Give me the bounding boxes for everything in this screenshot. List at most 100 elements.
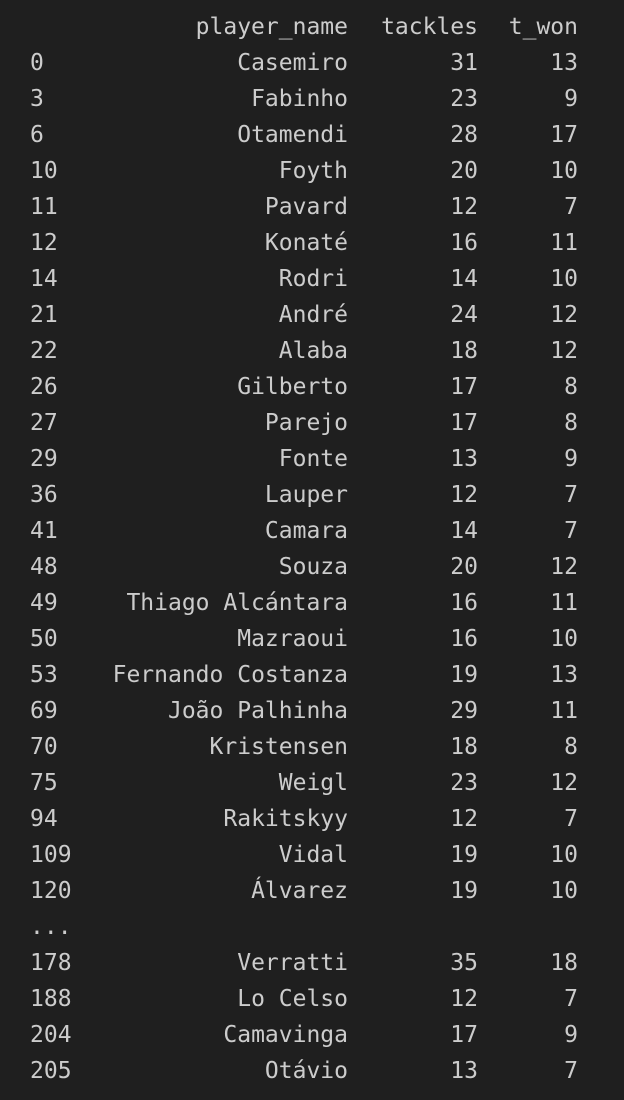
row-index: 41 bbox=[30, 518, 58, 544]
row-t-won: 8 bbox=[564, 410, 578, 436]
row-t-won: 12 bbox=[550, 338, 578, 364]
table-row: 27 Parejo 17 8 bbox=[0, 405, 624, 441]
row-tackles: 14 bbox=[450, 266, 478, 292]
table-row: 10 Foyth 20 10 bbox=[0, 153, 624, 189]
row-player-name: Thiago Alcántara bbox=[126, 590, 348, 616]
row-tackles: 18 bbox=[450, 734, 478, 760]
row-player-name: Gilberto bbox=[237, 374, 348, 400]
row-player-name: Camara bbox=[264, 518, 348, 544]
row-t-won: 18 bbox=[550, 950, 578, 976]
row-index: 204 bbox=[30, 1022, 72, 1048]
row-tackles: 17 bbox=[450, 1022, 478, 1048]
table-row: 26 Gilberto 17 8 bbox=[0, 369, 624, 405]
row-player-name: Casemiro bbox=[237, 50, 348, 76]
ellipsis: ... bbox=[30, 914, 72, 940]
row-tackles: 12 bbox=[450, 806, 478, 832]
row-t-won: 9 bbox=[564, 446, 578, 472]
row-t-won: 13 bbox=[550, 662, 578, 688]
row-index: 49 bbox=[30, 590, 58, 616]
row-tackles: 16 bbox=[450, 230, 478, 256]
row-player-name: André bbox=[278, 302, 348, 328]
row-t-won: 10 bbox=[550, 158, 578, 184]
row-index: 120 bbox=[30, 878, 72, 904]
row-tackles: 35 bbox=[450, 950, 478, 976]
table-row: 50 Mazraoui 16 10 bbox=[0, 621, 624, 657]
table-row: 3 Fabinho 23 9 bbox=[0, 81, 624, 117]
table-row: 205 Otávio 13 7 bbox=[0, 1053, 624, 1089]
row-tackles: 19 bbox=[450, 842, 478, 868]
row-tackles: 12 bbox=[450, 482, 478, 508]
table-row: 41 Camara 14 7 bbox=[0, 513, 624, 549]
row-index: 53 bbox=[30, 662, 58, 688]
row-t-won: 8 bbox=[564, 734, 578, 760]
row-index: 178 bbox=[30, 950, 72, 976]
row-tackles: 19 bbox=[450, 662, 478, 688]
row-player-name: Lo Celso bbox=[237, 986, 348, 1012]
row-player-name: Konaté bbox=[264, 230, 348, 256]
row-index: 70 bbox=[30, 734, 58, 760]
table-row: 120 Álvarez 19 10 bbox=[0, 873, 624, 909]
row-player-name: Vidal bbox=[278, 842, 348, 868]
table-row: 29 Fonte 13 9 bbox=[0, 441, 624, 477]
row-tackles: 18 bbox=[450, 338, 478, 364]
row-index: 12 bbox=[30, 230, 58, 256]
row-player-name: Parejo bbox=[264, 410, 348, 436]
row-t-won: 7 bbox=[564, 1058, 578, 1084]
row-index: 26 bbox=[30, 374, 58, 400]
row-tackles: 20 bbox=[450, 158, 478, 184]
table-row: 12 Konaté 16 11 bbox=[0, 225, 624, 261]
row-index: 14 bbox=[30, 266, 58, 292]
header-t-won: t_won bbox=[508, 14, 578, 40]
row-t-won: 10 bbox=[550, 878, 578, 904]
rows-bottom: 178 Verratti 35 18 188 Lo Celso 12 7 204 Camaving… bbox=[0, 945, 624, 1089]
row-tackles: 23 bbox=[450, 86, 478, 112]
row-tackles: 17 bbox=[450, 374, 478, 400]
row-player-name: Camavinga bbox=[223, 1022, 348, 1048]
row-index: 94 bbox=[30, 806, 58, 832]
row-player-name: Kristensen bbox=[209, 734, 348, 760]
row-tackles: 12 bbox=[450, 986, 478, 1012]
row-t-won: 12 bbox=[550, 554, 578, 580]
row-t-won: 10 bbox=[550, 266, 578, 292]
row-index: 36 bbox=[30, 482, 58, 508]
row-tackles: 28 bbox=[450, 122, 478, 148]
table-row: 36 Lauper 12 7 bbox=[0, 477, 624, 513]
row-index: 22 bbox=[30, 338, 58, 364]
row-index: 10 bbox=[30, 158, 58, 184]
row-player-name: Álvarez bbox=[251, 878, 348, 904]
row-t-won: 13 bbox=[550, 50, 578, 76]
row-t-won: 10 bbox=[550, 842, 578, 868]
table-row: 70 Kristensen 18 8 bbox=[0, 729, 624, 765]
row-player-name: Fernando Costanza bbox=[112, 662, 348, 688]
row-index: 50 bbox=[30, 626, 58, 652]
row-player-name: Weigl bbox=[278, 770, 348, 796]
row-tackles: 19 bbox=[450, 878, 478, 904]
table-row: 178 Verratti 35 18 bbox=[0, 945, 624, 981]
row-index: 205 bbox=[30, 1058, 72, 1084]
row-t-won: 11 bbox=[550, 698, 578, 724]
row-tackles: 16 bbox=[450, 626, 478, 652]
row-player-name: Fonte bbox=[278, 446, 348, 472]
table-row: 48 Souza 20 12 bbox=[0, 549, 624, 585]
row-player-name: Rakitskyy bbox=[223, 806, 348, 832]
row-index: 109 bbox=[30, 842, 72, 868]
row-player-name: Fabinho bbox=[251, 86, 348, 112]
table-row: 188 Lo Celso 12 7 bbox=[0, 981, 624, 1017]
row-t-won: 12 bbox=[550, 770, 578, 796]
table-row: 109 Vidal 19 10 bbox=[0, 837, 624, 873]
row-t-won: 7 bbox=[564, 986, 578, 1012]
row-index: 29 bbox=[30, 446, 58, 472]
header-tackles: tackles bbox=[381, 14, 478, 40]
table-row: 11 Pavard 12 7 bbox=[0, 189, 624, 225]
row-index: 69 bbox=[30, 698, 58, 724]
row-t-won: 9 bbox=[564, 86, 578, 112]
row-tackles: 13 bbox=[450, 446, 478, 472]
row-player-name: Rodri bbox=[278, 266, 348, 292]
table-row: 69 João Palhinha 29 11 bbox=[0, 693, 624, 729]
table-row: 53 Fernando Costanza 19 13 bbox=[0, 657, 624, 693]
row-tackles: 31 bbox=[450, 50, 478, 76]
row-index: 75 bbox=[30, 770, 58, 796]
row-tackles: 16 bbox=[450, 590, 478, 616]
table-row: 6 Otamendi 28 17 bbox=[0, 117, 624, 153]
row-t-won: 11 bbox=[550, 230, 578, 256]
